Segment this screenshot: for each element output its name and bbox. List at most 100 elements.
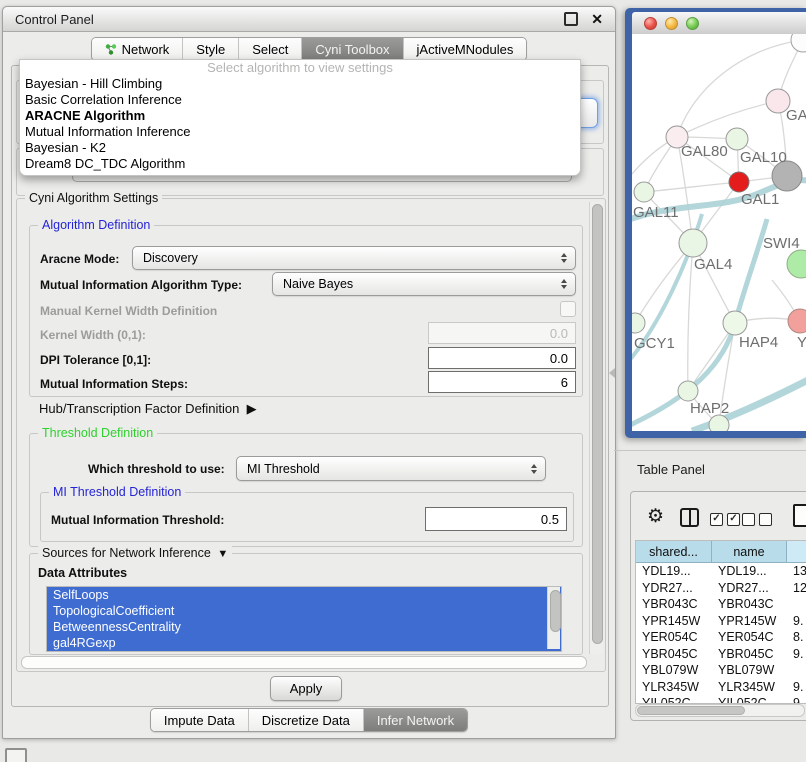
close-icon[interactable]: ✕ <box>591 12 603 26</box>
table-cell[interactable]: YBR043C <box>712 596 787 613</box>
dpi-tolerance-field[interactable]: 0.0 <box>428 347 576 369</box>
select-all-icon[interactable]: ✓✓ <box>710 513 740 526</box>
hub-definition-expander[interactable]: Hub/Transcription Factor Definition ▶ <box>39 401 257 417</box>
tab-infer-network[interactable]: Infer Network <box>364 709 467 731</box>
tab-jactivemnodules[interactable]: jActiveMNodules <box>404 38 527 60</box>
dropdown-item[interactable]: ARACNE Algorithm <box>20 108 580 124</box>
table-row[interactable]: YBL079WYBL079W <box>636 662 806 679</box>
table-cell[interactable]: YBR043C <box>636 596 712 613</box>
table-cell[interactable]: 9. <box>787 613 806 630</box>
zoom-traffic-icon[interactable] <box>686 17 699 30</box>
network-node[interactable] <box>678 381 698 401</box>
table-column-header[interactable] <box>787 541 806 563</box>
network-window-titlebar[interactable] <box>632 12 806 35</box>
data-attributes-list[interactable]: SelfLoopsTopologicalCoefficientBetweenne… <box>46 586 562 652</box>
table-cell[interactable]: YPR145W <box>636 613 712 630</box>
network-node[interactable] <box>632 313 645 333</box>
sources-group-title[interactable]: Sources for Network Inference ▼ <box>38 546 232 562</box>
table-row[interactable]: YER054CYER054C8. <box>636 629 806 646</box>
document-icon[interactable] <box>793 504 806 527</box>
network-node[interactable] <box>709 415 729 431</box>
table-cell[interactable]: 9. <box>787 646 806 663</box>
scrollbar-thumb[interactable] <box>592 204 603 644</box>
float-window-icon[interactable] <box>564 12 578 26</box>
attribute-list-item[interactable]: SelfLoops <box>47 587 561 603</box>
network-node[interactable] <box>634 182 654 202</box>
table-row[interactable]: YDL19...YDL19...13 <box>636 563 806 580</box>
table-cell[interactable]: 9 <box>787 695 806 703</box>
table-cell[interactable]: YIL052C <box>712 695 787 703</box>
table-cell[interactable]: YPR145W <box>712 613 787 630</box>
tab-impute-data[interactable]: Impute Data <box>151 709 249 731</box>
table-row[interactable]: YDR27...YDR27...12 <box>636 580 806 597</box>
table-cell[interactable]: YDR27... <box>712 580 787 597</box>
network-edge[interactable] <box>677 40 803 137</box>
network-canvas[interactable]: GALGAL80GAL10GAL1GAL11GAL4SWI4GCY1HAP4YH… <box>632 34 806 431</box>
table-column-header[interactable]: shared... <box>636 541 712 563</box>
network-node[interactable] <box>729 172 749 192</box>
network-edge[interactable] <box>644 182 739 192</box>
network-node[interactable] <box>788 309 806 333</box>
deselect-all-icon[interactable] <box>742 513 772 526</box>
network-edge[interactable] <box>688 243 693 391</box>
table-cell[interactable]: 9. <box>787 679 806 696</box>
table-cell[interactable]: 8. <box>787 629 806 646</box>
scrollbar-thumb[interactable] <box>550 590 561 632</box>
dropdown-item[interactable]: Mutual Information Inference <box>20 124 580 140</box>
table-cell[interactable]: YLR345W <box>636 679 712 696</box>
expand-arrow-icon[interactable]: ▶ <box>243 401 257 416</box>
table-row[interactable]: YIL052CYIL052C9 <box>636 695 806 703</box>
network-node[interactable] <box>726 128 748 150</box>
collapse-arrow-icon[interactable]: ▼ <box>214 548 228 560</box>
close-traffic-icon[interactable] <box>644 17 657 30</box>
attribute-list-item[interactable]: gal4RGexp <box>47 635 561 651</box>
table-cell[interactable]: YBL079W <box>712 662 787 679</box>
tab-style[interactable]: Style <box>183 38 239 60</box>
tab-network[interactable]: Network <box>92 38 184 60</box>
network-node[interactable] <box>723 311 747 335</box>
minimize-traffic-icon[interactable] <box>665 17 678 30</box>
tab-discretize-data[interactable]: Discretize Data <box>249 709 364 731</box>
dropdown-item[interactable]: Basic Correlation Inference <box>20 92 580 108</box>
mi-type-combobox[interactable]: Naive Bayes <box>272 272 576 296</box>
scrollbar-thumb[interactable] <box>637 706 745 715</box>
table-cell[interactable]: YER054C <box>712 629 787 646</box>
panel-splitter-arrow-icon[interactable] <box>609 368 615 378</box>
dropdown-item[interactable]: Dream8 DC_TDC Algorithm <box>20 156 580 172</box>
attribute-list-item[interactable]: TopologicalCoefficient <box>47 603 561 619</box>
table-cell[interactable] <box>787 596 806 613</box>
table-cell[interactable] <box>787 662 806 679</box>
minimized-panel-icon[interactable] <box>5 748 27 762</box>
network-node[interactable] <box>791 34 806 52</box>
which-threshold-combobox[interactable]: MI Threshold <box>236 456 546 481</box>
table-cell[interactable]: YBL079W <box>636 662 712 679</box>
table-row[interactable]: YBR043CYBR043C <box>636 596 806 613</box>
mi-threshold-field[interactable]: 0.5 <box>425 507 567 531</box>
gear-icon[interactable]: ⚙ <box>647 505 664 528</box>
table-row[interactable]: YLR345WYLR345W9. <box>636 679 806 696</box>
tab-cyni-toolbox[interactable]: Cyni Toolbox <box>302 38 403 60</box>
dropdown-item[interactable]: Bayesian - Hill Climbing <box>20 76 580 92</box>
network-graph[interactable]: GALGAL80GAL10GAL1GAL11GAL4SWI4GCY1HAP4YH… <box>632 34 806 431</box>
attribute-list-item[interactable]: BetweennessCentrality <box>47 619 561 635</box>
dropdown-item[interactable]: Bayesian - K2 <box>20 140 580 156</box>
settings-vertical-scrollbar[interactable] <box>589 202 603 654</box>
table-column-header[interactable]: name <box>712 541 787 563</box>
table-cell[interactable]: YIL052C <box>636 695 712 703</box>
table-cell[interactable]: YBR045C <box>636 646 712 663</box>
table-cell[interactable]: YLR345W <box>712 679 787 696</box>
network-node[interactable] <box>679 229 707 257</box>
settings-horizontal-scrollbar[interactable] <box>21 656 587 669</box>
aracne-mode-combobox[interactable]: Discovery <box>132 246 576 270</box>
tab-select[interactable]: Select <box>239 38 302 60</box>
columns-icon[interactable] <box>680 508 699 527</box>
table-cell[interactable]: YDL19... <box>712 563 787 580</box>
table-row[interactable]: YPR145WYPR145W9. <box>636 613 806 630</box>
table-cell[interactable]: YDR27... <box>636 580 712 597</box>
table-row[interactable]: YBR045CYBR045C9. <box>636 646 806 663</box>
table-cell[interactable]: 12 <box>787 580 806 597</box>
network-node[interactable] <box>787 250 806 278</box>
apply-button[interactable]: Apply <box>270 676 342 701</box>
table-cell[interactable]: 13 <box>787 563 806 580</box>
mi-steps-field[interactable]: 6 <box>428 371 576 393</box>
